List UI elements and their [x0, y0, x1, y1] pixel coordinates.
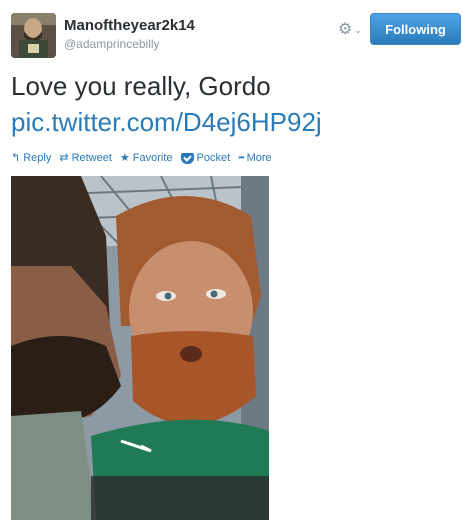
tweet-actions: ↰ Reply ⇄ Retweet ★ Favorite Pocket ••• … — [11, 150, 280, 166]
more-icon: ••• — [238, 153, 244, 162]
pocket-icon — [180, 152, 194, 164]
reply-label: Reply — [23, 152, 52, 164]
reply-action[interactable]: ↰ Reply — [11, 150, 51, 166]
following-button[interactable]: Following — [370, 13, 461, 45]
favorite-label: Favorite — [132, 152, 173, 164]
chevron-down-icon: ⌄ — [354, 25, 362, 35]
retweet-icon: ⇄ — [59, 152, 69, 164]
tweet: Manoftheyear2k14 @adamprincebilly ⚙ ⌄ Fo… — [0, 0, 463, 528]
user-handle[interactable]: @adamprincebilly — [64, 37, 160, 51]
more-label: More — [246, 152, 272, 164]
pocket-label: Pocket — [196, 152, 231, 164]
retweet-label: Retweet — [71, 152, 112, 164]
tweet-text: Love you really, Gordo — [11, 71, 271, 101]
gear-icon: ⚙ — [338, 21, 353, 38]
star-icon: ★ — [119, 152, 130, 164]
avatar[interactable] — [11, 13, 56, 58]
retweet-action[interactable]: ⇄ Retweet — [59, 150, 112, 166]
tweet-media-link[interactable]: pic.twitter.com/D4ej6HP92j — [11, 106, 322, 139]
more-action[interactable]: ••• More — [238, 150, 271, 166]
favorite-action[interactable]: ★ Favorite — [120, 150, 173, 166]
user-actions-menu[interactable]: ⚙ ⌄ — [338, 21, 362, 39]
tweet-photo[interactable] — [11, 176, 269, 520]
reply-icon: ↰ — [11, 152, 21, 164]
display-name[interactable]: Manoftheyear2k14 — [64, 17, 195, 34]
pocket-action[interactable]: Pocket — [180, 152, 231, 164]
